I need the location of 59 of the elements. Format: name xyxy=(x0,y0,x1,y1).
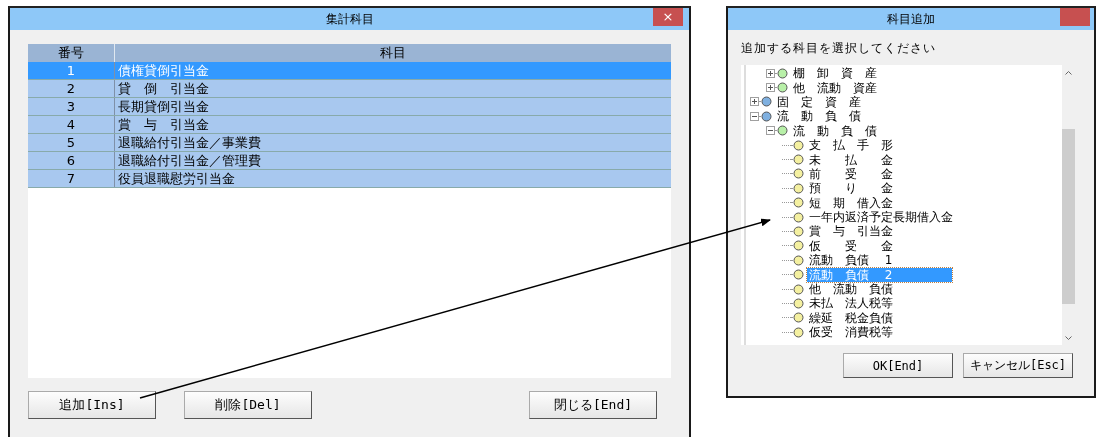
table-cell-text: 7 xyxy=(65,170,77,187)
expand-icon[interactable] xyxy=(766,83,775,93)
table-row[interactable]: 5 退職給付引当金／事業費 xyxy=(28,134,671,152)
table-row[interactable]: 6 退職給付引当金／管理費 xyxy=(28,152,671,170)
tree-item[interactable]: 固 定 資 産 xyxy=(775,94,863,109)
table-cell-text: 2 xyxy=(65,80,77,97)
tree-item[interactable]: 流動 負債 1 xyxy=(807,253,895,268)
table-cell-text: 3 xyxy=(65,98,77,115)
table-row[interactable]: 4 賞 与 引当金 xyxy=(28,116,671,134)
tree-item[interactable]: 他 流動 負債 xyxy=(807,282,895,297)
window-title: 科目追加 xyxy=(887,10,935,28)
tree-item[interactable]: 未払 法人税等 xyxy=(807,296,895,311)
table-cell-text: 4 xyxy=(65,116,77,133)
node-icon xyxy=(775,67,788,79)
dialog-button[interactable]: OK[End] xyxy=(843,353,953,378)
node-icon xyxy=(775,125,788,137)
action-button[interactable]: 追加[Ins] xyxy=(28,391,156,419)
table-cell: 退職給付引当金／管理費 xyxy=(114,152,671,169)
table-cell: 貸 倒 引当金 xyxy=(114,80,671,97)
tree-item[interactable]: 賞 与 引当金 xyxy=(807,224,895,239)
table-cell: 債権貸倒引当金 xyxy=(114,62,671,79)
collapse-icon[interactable] xyxy=(750,111,759,121)
table-cell-text: 1 xyxy=(65,62,77,79)
table-cell-text: 5 xyxy=(65,134,77,151)
node-icon xyxy=(759,110,772,122)
table-cell: 退職給付引当金／事業費 xyxy=(114,134,671,151)
action-button[interactable]: 閉じる[End] xyxy=(529,391,657,419)
tree-item[interactable]: 短 期 借入金 xyxy=(807,195,895,210)
scroll-thumb[interactable] xyxy=(1062,129,1075,304)
collapse-icon[interactable] xyxy=(766,126,775,136)
tree-item[interactable]: 棚 卸 資 産 xyxy=(791,66,879,81)
prompt-text: 追加する科目を選択してください xyxy=(741,40,937,57)
table-cell: 役員退職慰労引当金 xyxy=(114,170,671,187)
action-button[interactable]: 削除[Del] xyxy=(184,391,312,419)
expand-icon[interactable] xyxy=(750,97,759,107)
tree-item[interactable]: 繰延 税金負債 xyxy=(807,310,895,325)
tree-item[interactable]: 流 動 負 債 xyxy=(775,109,863,124)
node-icon xyxy=(775,82,788,94)
expand-icon[interactable] xyxy=(766,68,775,78)
tree-item[interactable]: 仮受 消費税等 xyxy=(807,325,895,340)
tree-item[interactable]: 未 払 金 xyxy=(807,152,895,167)
table-row[interactable]: 3 長期貸倒引当金 xyxy=(28,98,671,116)
table-cell-text: 6 xyxy=(65,152,77,169)
dialog-button[interactable]: キャンセル[Esc] xyxy=(963,353,1073,378)
node-icon xyxy=(759,96,772,108)
table-row[interactable]: 2 貸 倒 引当金 xyxy=(28,80,671,98)
tree-item[interactable]: 預 り 金 xyxy=(807,181,895,196)
table-row[interactable]: 7 役員退職慰労引当金 xyxy=(28,170,671,188)
tree-item[interactable]: 他 流動 資産 xyxy=(791,80,879,95)
table-cell: 賞 与 引当金 xyxy=(114,116,671,133)
tree-item[interactable]: 仮 受 金 xyxy=(807,238,895,253)
tree-item[interactable]: 流 動 負 債 xyxy=(791,123,879,138)
table-cell: 長期貸倒引当金 xyxy=(114,98,671,115)
column-header: 番号 xyxy=(57,44,85,62)
tree-item[interactable]: 前 受 金 xyxy=(807,166,895,181)
window-title: 集計科目 xyxy=(325,10,374,28)
tree-item[interactable]: 一年内返済予定長期借入金 xyxy=(807,210,955,225)
close-button[interactable]: × xyxy=(653,8,683,26)
tree-item[interactable]: 支 払 手 形 xyxy=(807,138,895,153)
